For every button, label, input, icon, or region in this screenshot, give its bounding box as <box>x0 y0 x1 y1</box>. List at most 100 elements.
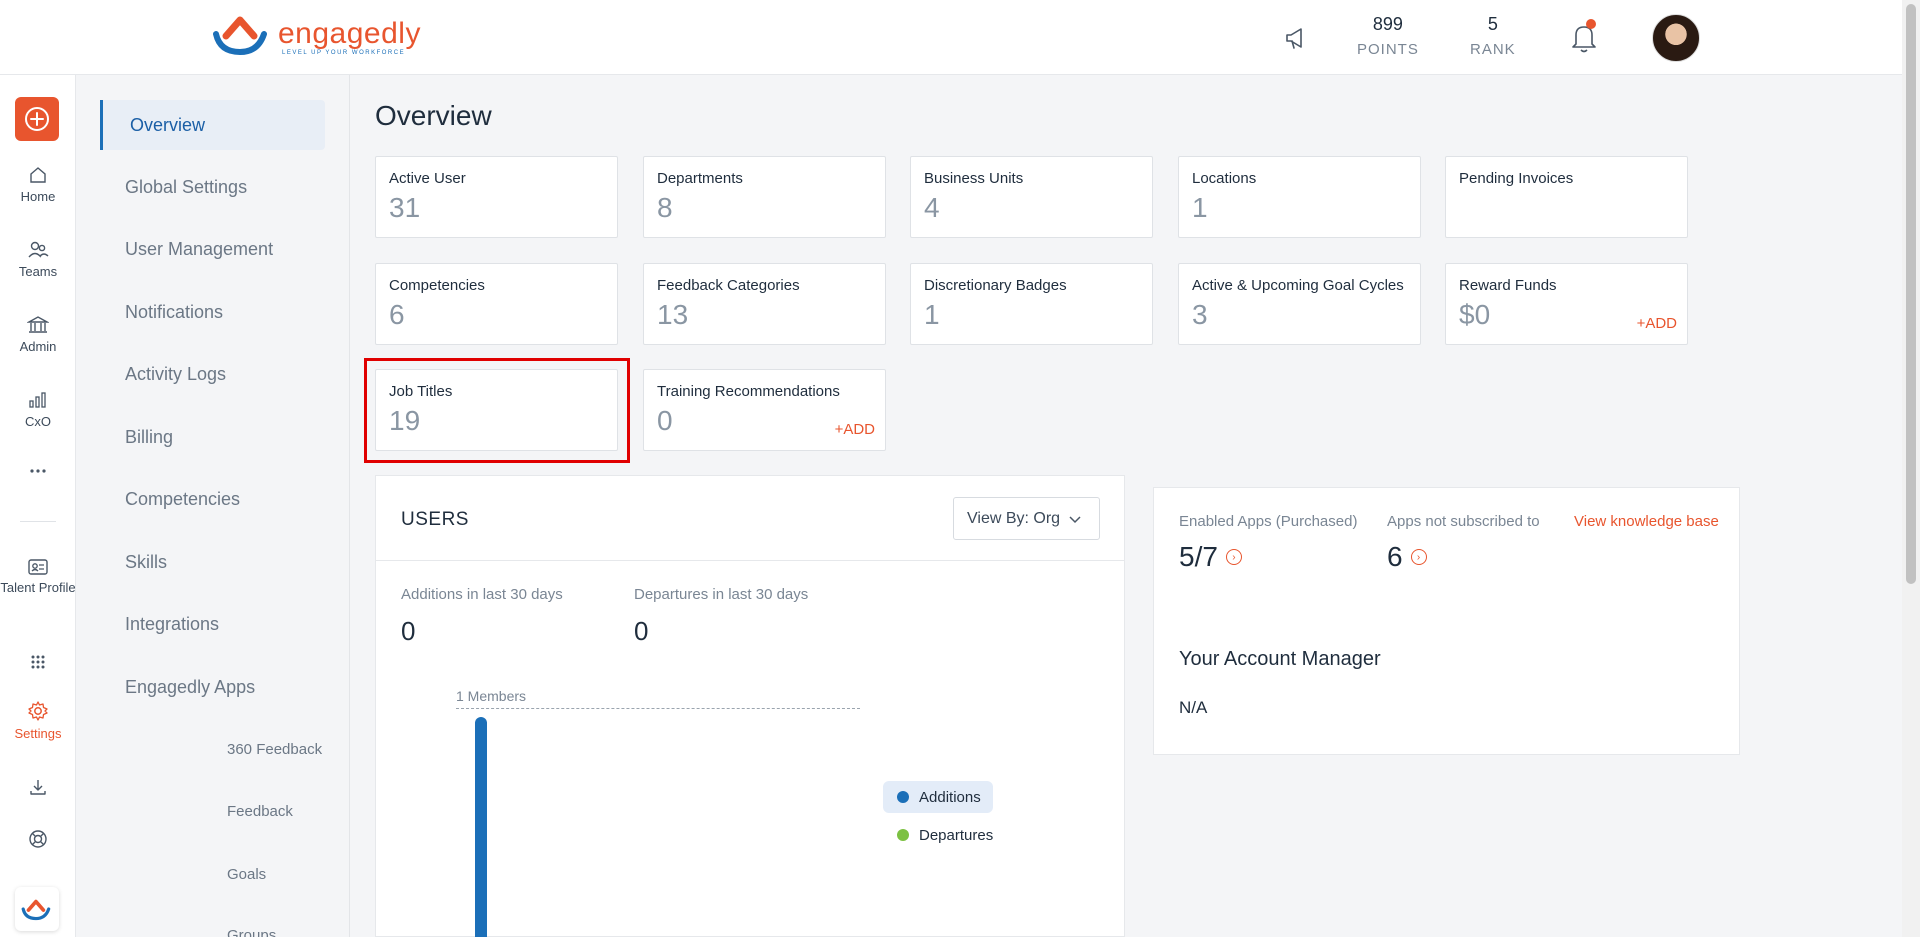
legend-label: Additions <box>919 788 981 806</box>
top-header: engagedly LEVEL UP YOUR WORKFORCE 899 PO… <box>0 0 1902 75</box>
subnav-sub-goals[interactable]: Goals <box>227 866 266 883</box>
engagedly-logo[interactable]: engagedly LEVEL UP YOUR WORKFORCE <box>210 12 421 56</box>
card-value: 6 <box>389 299 405 330</box>
points-stat[interactable]: 899 POINTS <box>1357 14 1419 58</box>
rail-item-home[interactable]: Home <box>0 165 76 204</box>
rail-item-talent-profile[interactable]: Talent Profile <box>0 558 76 595</box>
notification-dot <box>1586 19 1596 29</box>
rail-item-more[interactable] <box>0 467 76 479</box>
stat-card-business-units[interactable]: Business Units 4 <box>910 156 1153 238</box>
card-title: Active User <box>389 170 466 187</box>
subnav-sub-groups[interactable]: Groups <box>227 927 276 937</box>
rail-label: Talent Profile <box>0 580 76 595</box>
card-title: Reward Funds <box>1459 277 1557 294</box>
rank-stat[interactable]: 5 RANK <box>1470 14 1516 58</box>
subnav-item-billing[interactable]: Billing <box>101 412 326 462</box>
add-reward-funds-link[interactable]: +ADD <box>1637 315 1677 332</box>
subnav-item-overview[interactable]: Overview <box>100 100 325 150</box>
legend-dot <box>897 829 909 841</box>
subnav-item-activity-logs[interactable]: Activity Logs <box>101 349 326 399</box>
account-manager-value: N/A <box>1179 698 1208 717</box>
stat-card-pending-invoices[interactable]: Pending Invoices <box>1445 156 1688 238</box>
avatar[interactable] <box>1652 14 1700 62</box>
card-title: Discretionary Badges <box>924 277 1067 294</box>
enabled-apps-link[interactable]: 5/7 › <box>1179 541 1242 573</box>
megaphone-icon[interactable] <box>1283 24 1311 52</box>
chart-bar-additions[interactable] <box>475 717 487 937</box>
stat-card-locations[interactable]: Locations 1 <box>1178 156 1421 238</box>
subnav-item-skills[interactable]: Skills <box>101 537 326 587</box>
subnav-item-global-settings[interactable]: Global Settings <box>101 162 326 212</box>
chart-gridline <box>456 708 860 709</box>
rank-value: 5 <box>1487 14 1498 34</box>
rail-label: CxO <box>25 414 51 429</box>
legend-label: Departures <box>919 826 994 844</box>
view-by-dropdown[interactable]: View By: Org <box>953 497 1100 540</box>
subnav-item-integrations[interactable]: Integrations <box>101 599 326 649</box>
stat-card-active-user[interactable]: Active User 31 <box>375 156 618 238</box>
account-manager-title: Your Account Manager <box>1179 648 1381 670</box>
stat-card-reward-funds[interactable]: Reward Funds $0 +ADD <box>1445 263 1688 345</box>
unsubscribed-apps-link[interactable]: 6 › <box>1387 541 1427 573</box>
card-value: 4 <box>924 192 940 223</box>
rail-brand-button[interactable] <box>15 887 59 931</box>
chart-caption: 1 Members <box>456 688 527 704</box>
stat-card-feedback-categories[interactable]: Feedback Categories 13 <box>643 263 886 345</box>
subnav-item-engagedly-apps[interactable]: Engagedly Apps <box>101 662 326 712</box>
rail-item-settings[interactable]: Settings <box>0 700 76 741</box>
users-title: USERS <box>401 509 469 530</box>
subnav-item-competencies[interactable]: Competencies <box>101 474 326 524</box>
rail-item-apps[interactable] <box>0 653 76 675</box>
left-rail: Home Teams Admin CxO Talent Profile Sett… <box>0 75 76 937</box>
card-value: 1 <box>924 299 940 330</box>
card-title: Business Units <box>924 170 1024 187</box>
rail-label: Admin <box>19 339 57 354</box>
card-value: 8 <box>657 192 673 223</box>
card-value: 31 <box>389 192 421 223</box>
rail-item-help[interactable] <box>0 828 76 854</box>
lifebuoy-icon <box>29 830 47 848</box>
knowledge-base-link[interactable]: View knowledge base <box>1574 513 1719 530</box>
additions-label: Additions in last 30 days <box>401 586 563 603</box>
add-training-link[interactable]: +ADD <box>835 421 875 438</box>
legend-departures[interactable]: Departures <box>883 819 1005 851</box>
rail-item-admin[interactable]: Admin <box>0 315 76 354</box>
subnav-item-user-management[interactable]: User Management <box>101 224 326 274</box>
stat-card-discretionary-badges[interactable]: Discretionary Badges 1 <box>910 263 1153 345</box>
stat-card-training-recommendations[interactable]: Training Recommendations 0 +ADD <box>643 369 886 451</box>
stat-card-departments[interactable]: Departments 8 <box>643 156 886 238</box>
card-title: Pending Invoices <box>1459 170 1574 187</box>
subnav-sub-feedback[interactable]: Feedback <box>227 803 293 820</box>
legend-additions[interactable]: Additions <box>883 781 993 813</box>
legend-dot <box>897 791 909 803</box>
points-value: 899 <box>1372 14 1403 34</box>
page-scrollbar[interactable] <box>1902 0 1920 937</box>
card-title: Feedback Categories <box>657 277 800 294</box>
id-card-icon <box>28 559 48 575</box>
rail-item-teams[interactable]: Teams <box>0 240 76 279</box>
more-icon <box>30 469 46 473</box>
points-label: POINTS <box>1357 41 1419 58</box>
stat-card-goal-cycles[interactable]: Active & Upcoming Goal Cycles 3 <box>1178 263 1421 345</box>
rail-label: Home <box>20 189 56 204</box>
subnav-item-notifications[interactable]: Notifications <box>101 287 326 337</box>
stat-card-competencies[interactable]: Competencies 6 <box>375 263 618 345</box>
card-title: Locations <box>1192 170 1257 187</box>
rail-item-download[interactable] <box>0 777 76 801</box>
apps-grid-icon <box>31 655 45 669</box>
download-icon <box>30 780 46 795</box>
admin-icon <box>27 316 49 333</box>
scrollbar-thumb[interactable] <box>1906 4 1916 584</box>
card-value: 1 <box>1192 192 1208 223</box>
additions-value: 0 <box>401 616 416 646</box>
gear-icon <box>28 701 48 721</box>
highlight-box <box>364 358 630 463</box>
logo-mark-icon <box>21 899 51 921</box>
logo-wordmark: engagedly <box>278 17 421 50</box>
add-button[interactable] <box>15 97 59 141</box>
rail-item-cxo[interactable]: CxO <box>0 390 76 429</box>
card-value: 13 <box>657 299 689 330</box>
apps-panel: Enabled Apps (Purchased) 5/7 › Apps not … <box>1153 487 1740 755</box>
logo-mark-icon <box>213 16 267 56</box>
subnav-sub-360-feedback[interactable]: 360 Feedback <box>227 741 322 758</box>
